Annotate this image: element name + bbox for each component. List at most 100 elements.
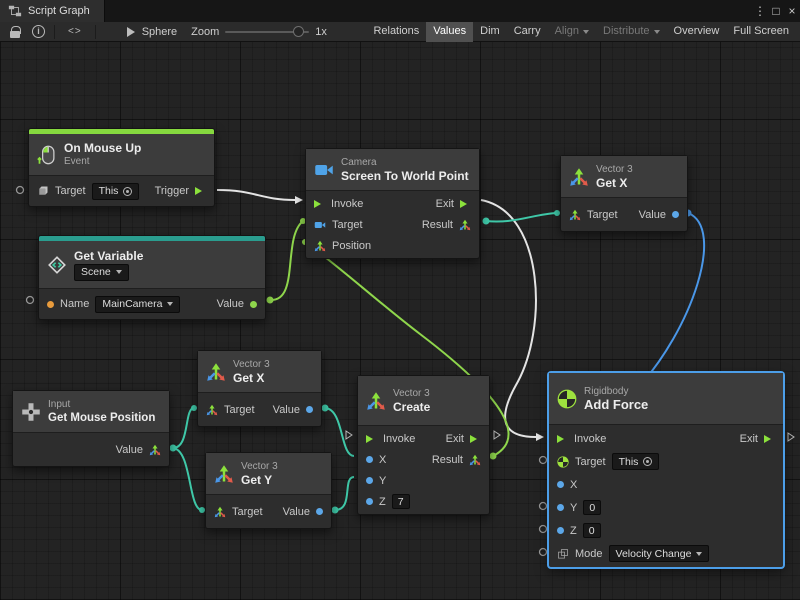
port-label: X: [379, 454, 386, 466]
vector3-icon: [366, 391, 386, 411]
variable-name-dropdown[interactable]: MainCamera: [95, 296, 180, 313]
window-menu-icon[interactable]: ⋮: [752, 0, 768, 22]
tab-title: Script Graph: [28, 5, 90, 17]
camera-icon: [314, 160, 334, 180]
node-title: Get Variable: [74, 249, 143, 263]
vector3-port-icon[interactable]: [149, 444, 161, 456]
node-category: Input: [48, 399, 155, 410]
variable-scope-dropdown[interactable]: Scene: [74, 264, 129, 281]
flow-arrow-icon[interactable]: [470, 435, 481, 443]
node-vector3-create[interactable]: Vector 3 Create Invoke Exit X Result Y Z…: [357, 375, 490, 515]
rigidbody-icon: [557, 389, 577, 409]
float-port-icon[interactable]: [366, 477, 373, 484]
self-target-icon: [643, 457, 652, 466]
y-value-field[interactable]: 0: [583, 500, 601, 515]
node-get-variable[interactable]: Get Variable Scene Name MainCamera Value: [38, 235, 266, 320]
vector3-icon: [214, 464, 234, 484]
flow-arrow-icon[interactable]: [314, 200, 325, 208]
mode-dropdown[interactable]: Velocity Change: [609, 545, 710, 562]
float-port-icon[interactable]: [366, 498, 373, 505]
zoom-value: 1x: [315, 26, 327, 38]
port-label: Exit: [436, 198, 454, 210]
flow-arrow-icon[interactable]: [557, 435, 568, 443]
input-icon: [21, 402, 41, 422]
full-screen-button[interactable]: Full Screen: [726, 22, 796, 42]
node-on-mouse-up[interactable]: On Mouse Up Event Target This Trigger: [28, 128, 215, 207]
port-label: Target: [55, 185, 86, 197]
node-vector3-get-x-mid[interactable]: Vector 3 Get X Target Value: [197, 350, 322, 427]
vector3-port-icon[interactable]: [459, 219, 471, 231]
node-title: Add Force: [584, 398, 648, 412]
port-label: Mode: [575, 548, 603, 560]
camera-type-icon[interactable]: [314, 219, 326, 231]
toolbar-separator: [95, 25, 96, 39]
port-label: Target: [587, 209, 618, 221]
flow-arrow-icon[interactable]: [366, 435, 377, 443]
close-icon[interactable]: ×: [784, 0, 800, 22]
node-title: Get X: [596, 176, 633, 190]
info-icon[interactable]: [32, 25, 45, 38]
this-chip[interactable]: This: [612, 453, 660, 470]
float-port-icon[interactable]: [316, 508, 323, 515]
lock-icon[interactable]: [10, 26, 20, 38]
script-graph-icon: [8, 4, 22, 18]
float-port-icon[interactable]: [557, 527, 564, 534]
float-port-icon[interactable]: [557, 481, 564, 488]
chevron-down-icon: [654, 30, 660, 34]
node-category: Vector 3: [233, 359, 270, 370]
port-label: Invoke: [331, 198, 363, 210]
node-add-force[interactable]: Rigidbody Add Force Invoke Exit Target T…: [548, 372, 784, 568]
vector3-port-icon[interactable]: [206, 404, 218, 416]
values-button[interactable]: Values: [426, 22, 473, 42]
carry-button[interactable]: Carry: [507, 22, 548, 42]
vector3-port-icon[interactable]: [214, 506, 226, 518]
port-label: Exit: [740, 433, 758, 445]
port-label: Z: [379, 496, 386, 508]
port-label: Name: [60, 298, 89, 310]
node-vector3-get-y[interactable]: Vector 3 Get Y Target Value: [205, 452, 332, 529]
vector3-port-icon[interactable]: [469, 454, 481, 466]
relations-button[interactable]: Relations: [366, 22, 426, 42]
port-label: Target: [232, 506, 263, 518]
port-label: Invoke: [383, 433, 415, 445]
node-screen-to-world-point[interactable]: Camera Screen To World Point Invoke Exit…: [305, 148, 480, 259]
mouse-icon: [37, 145, 57, 165]
variable-icon: [47, 255, 67, 275]
self-target-icon: [123, 187, 132, 196]
value-port-icon[interactable]: [250, 301, 257, 308]
enum-icon: [557, 548, 569, 560]
node-subtitle: Event: [64, 156, 141, 168]
float-port-icon[interactable]: [557, 504, 564, 511]
align-button[interactable]: Align: [548, 22, 596, 42]
chevron-down-icon: [116, 270, 122, 274]
code-icon[interactable]: [68, 26, 82, 37]
dim-button[interactable]: Dim: [473, 22, 507, 42]
vector3-port-icon[interactable]: [314, 240, 326, 252]
string-port-icon[interactable]: [47, 301, 54, 308]
node-title: Create: [393, 400, 430, 414]
float-port-icon[interactable]: [366, 456, 373, 463]
z-value-field[interactable]: 7: [392, 494, 410, 509]
port-label: Exit: [446, 433, 464, 445]
graph-toolbar: Sphere Zoom 1x Relations Values Dim Carr…: [0, 22, 800, 42]
flow-arrow-icon[interactable]: [195, 187, 206, 195]
maximize-icon[interactable]: □: [768, 0, 784, 22]
vector3-port-icon[interactable]: [569, 209, 581, 221]
port-label: Value: [273, 404, 300, 416]
tab-script-graph[interactable]: Script Graph: [0, 0, 105, 22]
overview-button[interactable]: Overview: [667, 22, 727, 42]
node-get-mouse-position[interactable]: Input Get Mouse Position Value: [12, 390, 170, 467]
flow-arrow-icon[interactable]: [764, 435, 775, 443]
this-chip[interactable]: This: [92, 183, 140, 200]
z-value-field[interactable]: 0: [583, 523, 601, 538]
distribute-button[interactable]: Distribute: [596, 22, 666, 42]
zoom-slider-handle[interactable]: [293, 26, 304, 37]
rigidbody-type-icon[interactable]: [557, 456, 569, 468]
zoom-slider[interactable]: [225, 31, 309, 33]
float-port-icon[interactable]: [672, 211, 679, 218]
node-vector3-get-x-top[interactable]: Vector 3 Get X Target Value: [560, 155, 688, 232]
flow-arrow-icon[interactable]: [460, 200, 471, 208]
node-category: Rigidbody: [584, 386, 648, 397]
float-port-icon[interactable]: [306, 406, 313, 413]
chevron-down-icon: [696, 552, 702, 556]
